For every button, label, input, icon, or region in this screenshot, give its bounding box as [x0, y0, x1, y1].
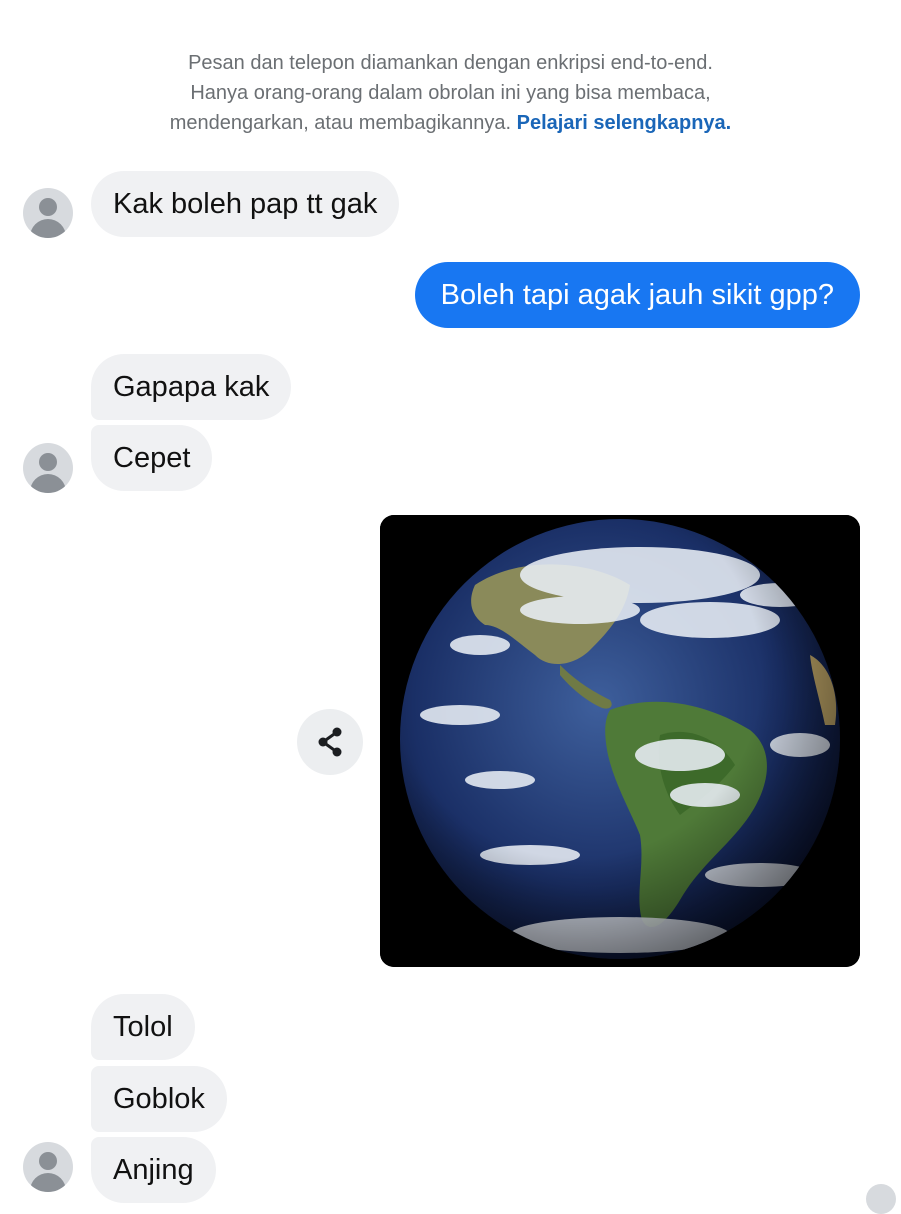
incoming-message[interactable]: Goblok: [91, 1066, 227, 1132]
seen-avatar-icon: [866, 1184, 896, 1214]
incoming-message[interactable]: Kak boleh pap tt gak: [91, 171, 400, 237]
contact-avatar-icon[interactable]: [23, 1142, 73, 1192]
earth-photo: [380, 515, 860, 967]
outgoing-message[interactable]: Boleh tapi agak jauh sikit gpp?: [414, 262, 860, 328]
share-button[interactable]: [297, 709, 363, 775]
incoming-message[interactable]: Cepet: [91, 425, 213, 491]
notice-line-2: Hanya orang-orang dalam obrolan ini yang…: [190, 82, 711, 104]
photo-attachment[interactable]: [380, 515, 860, 967]
encryption-notice: Pesan dan telepon diamankan dengan enkri…: [0, 48, 901, 138]
incoming-message[interactable]: Tolol: [91, 994, 195, 1060]
contact-avatar-icon[interactable]: [23, 188, 73, 238]
contact-avatar-icon[interactable]: [23, 443, 73, 493]
share-icon: [318, 727, 342, 757]
notice-line-3-text: mendengarkan, atau membagikannya.: [169, 112, 512, 134]
notice-line-1: Pesan dan telepon diamankan dengan enkri…: [188, 52, 713, 74]
notice-line-3: mendengarkan, atau membagikannya. Pelaja…: [0, 108, 901, 138]
incoming-message[interactable]: Anjing: [91, 1137, 216, 1203]
learn-more-link[interactable]: Pelajari selengkapnya.: [517, 112, 732, 134]
incoming-message[interactable]: Gapapa kak: [91, 354, 292, 420]
